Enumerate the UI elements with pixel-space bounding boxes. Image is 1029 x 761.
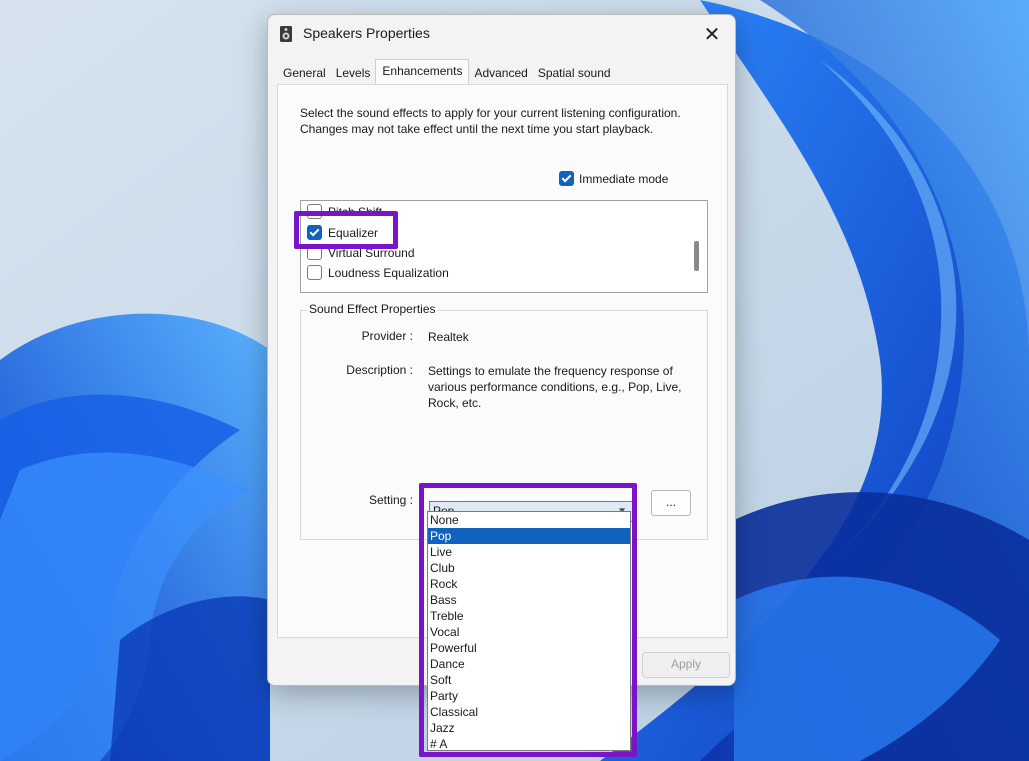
dialog-title: Speakers Properties xyxy=(303,25,430,41)
group-title: Sound Effect Properties xyxy=(307,302,438,316)
title-bar[interactable]: Speakers Properties ✕ xyxy=(268,15,735,55)
immediate-mode-checkbox[interactable]: Immediate mode xyxy=(559,171,668,186)
provider-value: Realtek xyxy=(428,330,469,344)
setting-label: Setting : xyxy=(368,493,413,507)
tab-bar: General Levels Enhancements Advanced Spa… xyxy=(278,59,616,84)
setting-highlight-box xyxy=(419,483,637,757)
close-icon: ✕ xyxy=(703,23,721,46)
effect-label: Loudness Equalization xyxy=(328,265,449,280)
description-label: Description : xyxy=(346,363,413,377)
checkbox-icon[interactable] xyxy=(559,171,574,186)
tab-levels[interactable]: Levels xyxy=(331,62,376,82)
effect-item-loudness-equalization[interactable]: Loudness Equalization xyxy=(307,265,449,280)
tab-spatial-sound[interactable]: Spatial sound xyxy=(533,62,616,82)
speaker-icon xyxy=(280,26,292,42)
tab-enhancements[interactable]: Enhancements xyxy=(375,59,470,84)
intro-text: Select the sound effects to apply for yo… xyxy=(300,106,681,136)
checkbox-icon[interactable] xyxy=(307,265,322,280)
description-value: Settings to emulate the frequency respon… xyxy=(428,364,682,410)
provider-label: Provider : xyxy=(361,329,413,343)
immediate-mode-label: Immediate mode xyxy=(579,171,669,186)
tab-general[interactable]: General xyxy=(278,62,331,82)
tab-advanced[interactable]: Advanced xyxy=(469,62,532,82)
close-button[interactable]: ✕ xyxy=(689,15,735,53)
setting-more-button[interactable]: ... xyxy=(651,490,691,516)
list-scrollbar[interactable] xyxy=(694,241,699,271)
apply-button[interactable]: Apply xyxy=(642,652,730,678)
equalizer-highlight-box xyxy=(294,211,398,249)
